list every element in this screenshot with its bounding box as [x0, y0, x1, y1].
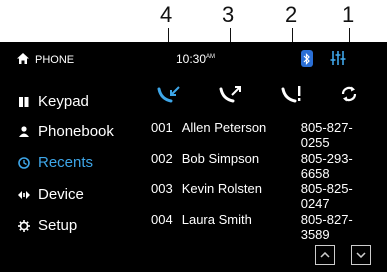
sidebar-item-label: Setup — [38, 217, 78, 234]
keypad-icon — [18, 96, 30, 108]
bluetooth-icon — [301, 50, 313, 67]
sidebar-item-keypad[interactable]: Keypad — [18, 93, 89, 110]
contact-name: Laura Smith — [181, 212, 252, 227]
clock: 10:30AM — [176, 52, 216, 66]
list-item[interactable]: 002 Bob Simpson 805-293-6658 — [151, 151, 381, 181]
phone-number: 805-293-6658 — [300, 151, 353, 181]
sidebar-item-label: Device — [38, 186, 84, 203]
list-item[interactable]: 003 Kevin Rolsten 805-825-0247 — [151, 181, 381, 211]
missed-call-icon[interactable] — [281, 85, 305, 108]
device-icon — [18, 189, 30, 201]
entry-number: 003 — [151, 181, 173, 196]
app-title: PHONE — [35, 54, 75, 66]
phone-number: 805-827-3589 — [300, 212, 353, 242]
home-title[interactable]: PHONE — [17, 53, 74, 67]
incoming-call-icon[interactable] — [157, 85, 181, 108]
scroll-down-button[interactable] — [351, 245, 371, 265]
entry-number: 002 — [151, 151, 173, 166]
contact-name: Allen Peterson — [181, 120, 267, 135]
gear-icon — [18, 219, 30, 232]
sidebar-item-device[interactable]: Device — [18, 186, 84, 203]
sidebar-item-label: Phonebook — [38, 123, 114, 140]
entry-number: 004 — [151, 212, 173, 227]
sidebar-item-recents[interactable]: Recents — [18, 154, 93, 171]
chevron-down-icon — [356, 252, 366, 258]
equalizer-icon[interactable] — [330, 51, 346, 70]
person-icon — [18, 126, 30, 138]
phone-number: 805-825-0247 — [300, 181, 353, 211]
home-icon — [17, 53, 29, 67]
sidebar-item-label: Keypad — [38, 93, 89, 110]
chevron-up-icon — [320, 252, 330, 258]
contact-name: Bob Simpson — [181, 151, 260, 166]
sidebar-item-phonebook[interactable]: Phonebook — [18, 123, 114, 140]
list-item[interactable]: 004 Laura Smith 805-827-3589 — [151, 212, 381, 242]
sidebar-item-setup[interactable]: Setup — [18, 217, 77, 234]
callout-4: 4 — [160, 2, 173, 27]
callout-1: 1 — [342, 2, 355, 27]
refresh-icon[interactable] — [339, 84, 359, 109]
contact-name: Kevin Rolsten — [181, 181, 262, 196]
sidebar-item-label: Recents — [38, 154, 94, 171]
recents-icon — [18, 156, 30, 169]
phone-screen: PHONE 10:30AM Keypad Phonebook Recents D… — [0, 42, 387, 272]
outgoing-call-icon[interactable] — [219, 85, 243, 108]
phone-number: 805-827-0255 — [300, 120, 353, 150]
callout-2: 2 — [285, 2, 298, 27]
scroll-up-button[interactable] — [315, 245, 335, 265]
entry-number: 001 — [151, 120, 173, 135]
list-item[interactable]: 001 Allen Peterson 805-827-0255 — [151, 120, 381, 150]
callout-3: 3 — [222, 2, 235, 27]
